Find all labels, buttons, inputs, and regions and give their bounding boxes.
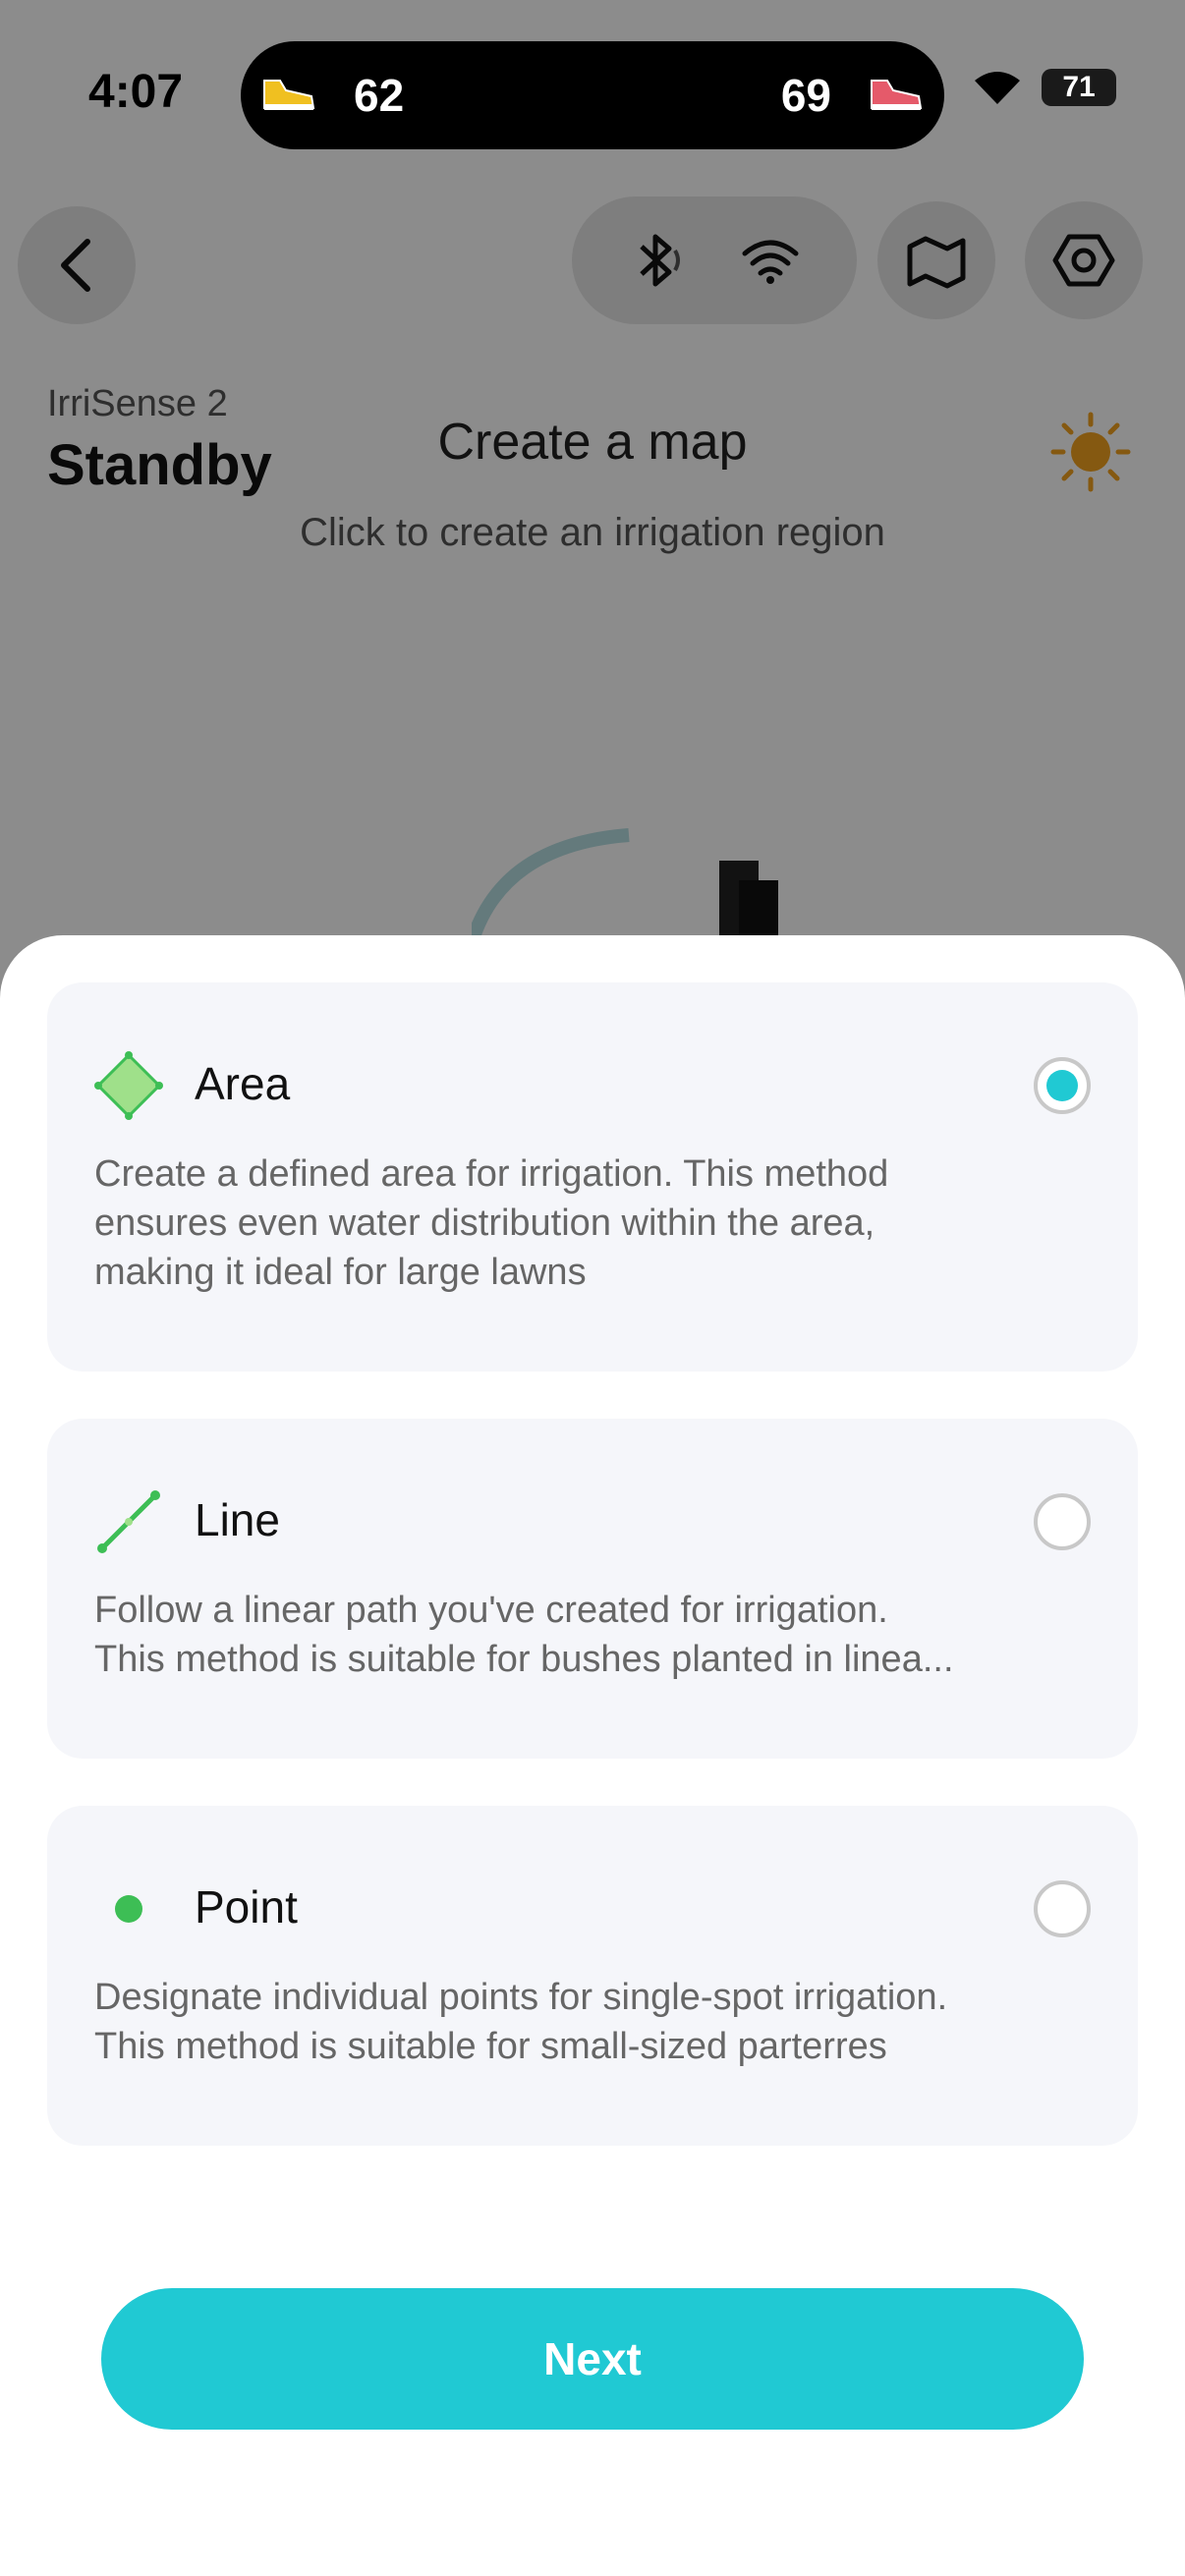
description-line: Designate individual points for single-s… [94,1977,948,2018]
description-line: This method is suitable for bushes plant… [94,1639,954,1680]
description-line: Follow a linear path you've created for … [94,1590,888,1631]
option-title: Line [195,1494,280,1545]
dynamic-island: 62 69 [241,41,944,149]
description-line: Create a defined area for irrigation. Th… [94,1153,889,1195]
option-description: Create a defined area for irrigation. Th… [94,1149,1097,1297]
option-point[interactable]: Point Designate individual points for si… [47,1806,1138,2146]
radio-unselected[interactable] [1034,1493,1091,1550]
wifi-signal-icon [975,72,1020,104]
option-title: Area [195,1058,291,1109]
description-line: making it ideal for large lawns [94,1252,587,1293]
left-activity-count: 62 [354,70,405,121]
area-icon [94,1051,163,1120]
description-line: This method is suitable for small-sized … [94,2026,887,2067]
option-description: Designate individual points for single-s… [94,1973,1097,2071]
option-title: Point [195,1881,298,1932]
sneaker-icon [871,80,923,110]
status-indicators: 71 [973,69,1116,106]
battery-indicator: 71 [1042,69,1116,106]
radio-unselected[interactable] [1034,1880,1091,1937]
next-button[interactable]: Next [101,2288,1084,2430]
radio-dot [1046,1070,1078,1101]
option-line[interactable]: Line Follow a linear path you've created… [47,1419,1138,1759]
option-area[interactable]: Area Create a defined area for irrigatio… [47,982,1138,1372]
line-icon [94,1487,163,1556]
sneaker-icon [263,80,315,110]
clock: 4:07 [88,66,184,118]
description-line: ensures even water distribution within t… [94,1203,875,1244]
radio-selected[interactable] [1034,1057,1091,1114]
point-icon [94,1875,163,1943]
map-type-sheet: Area Create a defined area for irrigatio… [0,935,1185,2576]
option-description: Follow a linear path you've created for … [94,1586,1097,1684]
right-activity-count: 69 [780,70,831,121]
status-bar: 4:07 62 69 71 [0,0,1185,196]
